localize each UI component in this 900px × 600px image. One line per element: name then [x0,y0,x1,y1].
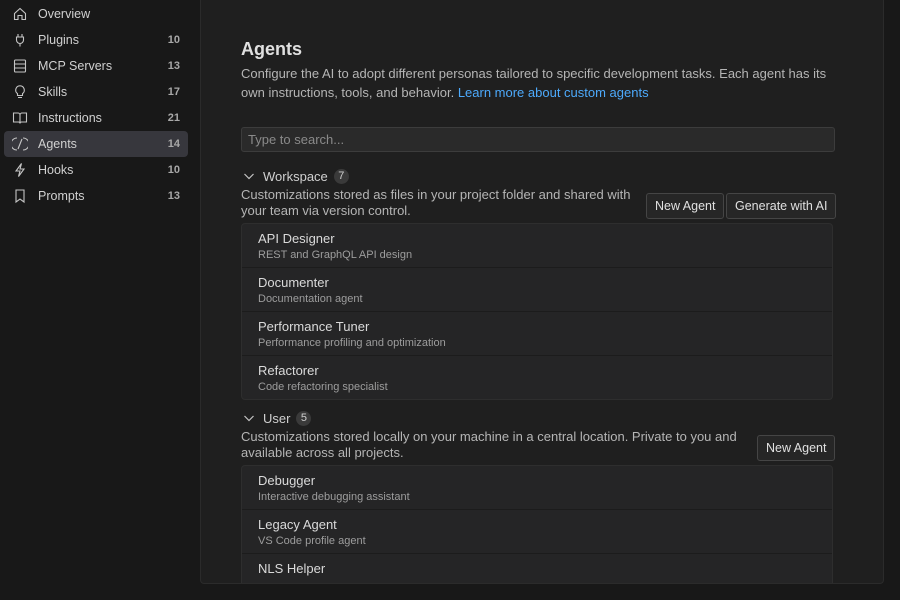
sidebar-item-count: 21 [167,112,180,124]
group-header-workspace[interactable]: Workspace 7 [241,166,349,186]
sidebar-item-hooks[interactable]: Hooks 10 [4,157,188,183]
item-name: Debugger [258,473,316,488]
list-item[interactable]: Refactorer Code refactoring specialist [242,356,832,399]
sidebar-item-prompts[interactable]: Prompts 13 [4,183,188,209]
sidebar-item-label: Plugins [38,33,79,47]
sidebar-item-overview[interactable]: Overview [4,1,188,27]
list-item[interactable]: Debugger Interactive debugging assistant [242,466,832,510]
sidebar: Overview Plugins 10 MCP Servers 13 Skill… [0,0,196,600]
group-name: User [263,410,291,426]
group-description: Customizations stored as files in your p… [241,187,631,218]
chevron-down-icon [241,410,257,426]
group-count-badge: 5 [296,410,312,426]
home-icon [12,6,28,22]
sidebar-item-count: 13 [167,60,180,72]
generate-with-ai-button[interactable]: Generate with AI [726,193,837,219]
item-description: VS Code profile agent [258,535,366,547]
sidebar-item-mcp-servers[interactable]: MCP Servers 13 [4,53,188,79]
new-agent-button[interactable]: New Agent [757,435,836,461]
server-icon [12,58,28,74]
item-name: Legacy Agent [258,517,337,532]
page-title: Agents [241,39,303,59]
item-name: Performance Tuner [258,319,370,334]
sidebar-item-label: Skills [38,85,68,99]
group-name: Workspace [263,168,328,184]
sidebar-item-label: Prompts [38,189,85,203]
list-item[interactable]: API Designer REST and GraphQL API design [242,224,832,268]
sidebar-item-instructions[interactable]: Instructions 21 [4,105,188,131]
item-description: Performance profiling and optimization [258,337,446,349]
page-description: Configure the AI to adopt different pers… [241,64,835,102]
item-description: Documentation agent [258,293,363,305]
group-description: Customizations stored locally on your ma… [241,429,737,460]
list-item[interactable]: Legacy Agent VS Code profile agent [242,510,832,554]
list-item[interactable]: Documenter Documentation agent [242,268,832,312]
search-input[interactable] [241,127,835,152]
sidebar-item-count: 10 [167,34,180,46]
item-description: Code refactoring specialist [258,381,388,393]
lightbulb-icon [12,84,28,100]
sidebar-item-label: MCP Servers [38,59,113,73]
item-name: NLS Helper [258,561,326,576]
item-description: Interactive debugging assistant [258,491,410,503]
list-item[interactable]: Performance Tuner Performance profiling … [242,312,832,356]
sidebar-item-count: 10 [167,164,180,176]
workspace-agent-list: API Designer REST and GraphQL API design… [241,223,833,400]
agent-icon [12,136,28,152]
sidebar-item-label: Hooks [38,163,74,177]
group-header-user[interactable]: User 5 [241,408,312,428]
sidebar-item-plugins[interactable]: Plugins 10 [4,27,188,53]
user-agent-list: Debugger Interactive debugging assistant… [241,465,833,583]
sidebar-item-count: 13 [167,190,180,202]
sidebar-item-count: 14 [167,138,180,150]
item-name: Refactorer [258,363,319,378]
sidebar-item-label: Overview [38,7,91,21]
sidebar-item-agents[interactable]: Agents 14 [4,131,188,157]
item-name: API Designer [258,231,335,246]
item-description: REST and GraphQL API design [258,249,413,261]
sidebar-item-skills[interactable]: Skills 17 [4,79,188,105]
lightning-icon [12,162,28,178]
new-agent-button[interactable]: New Agent [646,193,725,219]
learn-more-link[interactable]: Learn more about custom agents [458,85,649,100]
item-name: Documenter [258,275,329,290]
list-item[interactable]: NLS Helper [242,554,832,583]
agents-panel: Agents Configure the AI to adopt differe… [200,0,884,584]
plug-icon [12,32,28,48]
sidebar-item-count: 17 [167,86,180,98]
group-count-badge: 7 [333,168,349,184]
chevron-down-icon [241,168,257,184]
bookmark-icon [12,188,28,204]
sidebar-item-label: Agents [38,137,77,151]
book-icon [12,110,28,126]
sidebar-item-label: Instructions [38,111,102,125]
